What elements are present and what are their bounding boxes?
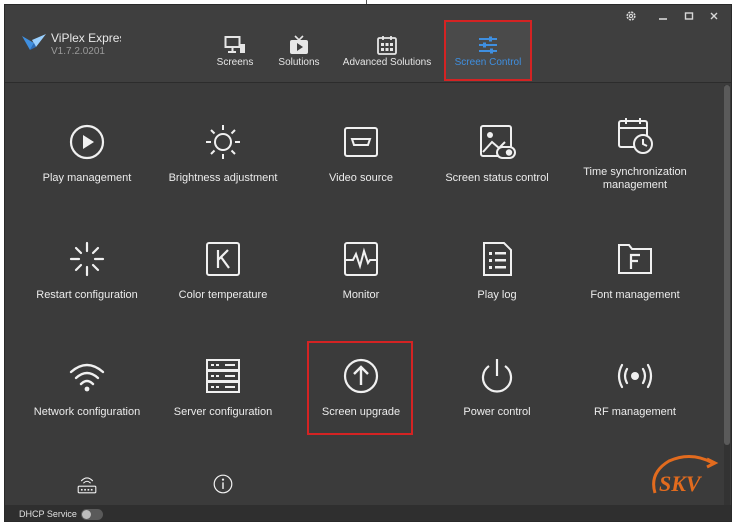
tile-label: Server configuration <box>173 406 273 418</box>
calendar-grid-icon <box>377 36 397 55</box>
pulse-monitor-icon <box>344 242 378 276</box>
settings-button[interactable] <box>623 10 639 25</box>
video-source-icon <box>344 127 378 157</box>
toggle-knob <box>82 510 91 519</box>
tab-advanced-solutions[interactable]: Advanced Solutions <box>343 35 431 71</box>
tile-label: Play log <box>477 289 517 301</box>
dhcp-service-label: DHCP Service <box>19 509 77 519</box>
power-icon <box>481 359 513 393</box>
tile-server-configuration[interactable]: Server configuration <box>155 348 291 448</box>
tile-label: Video source <box>328 172 393 184</box>
tile-router[interactable] <box>19 465 155 505</box>
tile-rf-management[interactable]: RF management <box>567 348 703 448</box>
tile-label: Brightness adjustment <box>168 172 278 184</box>
tile-label: Font management <box>590 289 680 301</box>
tile-label: Time synchronization management <box>583 166 687 191</box>
tile-time-synchronization[interactable]: Time synchronization management <box>567 108 703 208</box>
sliders-icon <box>479 36 497 54</box>
maximize-icon <box>684 12 694 20</box>
play-circle-icon <box>69 124 105 160</box>
tile-label: Network configuration <box>33 406 141 418</box>
info-icon <box>213 474 233 494</box>
minimize-button[interactable] <box>655 10 671 25</box>
tile-monitor[interactable]: Monitor <box>293 231 429 331</box>
restart-spinner-icon <box>69 241 105 277</box>
app-version: V1.7.2.0201 <box>51 46 105 57</box>
tile-color-temperature[interactable]: Color temperature <box>155 231 291 331</box>
tile-label: Color temperature <box>178 289 268 301</box>
minimize-icon <box>659 18 667 20</box>
k-letter-icon <box>206 242 240 276</box>
tile-restart-configuration[interactable]: Restart configuration <box>19 231 155 331</box>
tile-network-configuration[interactable]: Network configuration <box>19 348 155 448</box>
scrollbar-thumb[interactable] <box>724 85 730 445</box>
tile-label: RF management <box>594 406 676 418</box>
close-button[interactable] <box>706 10 722 25</box>
tab-solutions[interactable]: Solutions <box>275 35 323 71</box>
tab-label: Advanced Solutions <box>342 57 432 68</box>
skv-watermark-logo: SKV <box>652 455 719 496</box>
status-bar: DHCP Service <box>5 505 731 521</box>
screen-upgrade-highlight <box>307 341 413 435</box>
tile-info[interactable] <box>155 465 291 505</box>
tile-label: Power control <box>463 406 531 418</box>
app-name: ViPlex Express <box>51 31 121 45</box>
dhcp-service-toggle[interactable] <box>81 509 103 520</box>
top-bar: ViPlex Express V1.7.2.0201 Screens Solut… <box>5 5 731 83</box>
tab-screen-control[interactable]: Screen Control <box>453 35 523 71</box>
function-grid: Play management Brightness adjustment Vi… <box>5 84 723 504</box>
rf-signal-icon <box>617 363 653 389</box>
gear-icon <box>626 11 636 21</box>
tile-label: Monitor <box>342 289 380 301</box>
tile-video-source[interactable]: Video source <box>293 114 429 214</box>
tile-power-control[interactable]: Power control <box>429 348 565 448</box>
sun-icon <box>206 125 240 159</box>
play-tv-icon <box>290 35 308 54</box>
calendar-clock-icon <box>618 118 653 154</box>
tile-label: Restart configuration <box>36 289 138 301</box>
tile-label: Screen status control <box>445 172 549 184</box>
tile-font-management[interactable]: Font management <box>567 231 703 331</box>
log-document-icon <box>483 242 512 276</box>
maximize-button[interactable] <box>681 10 697 25</box>
tab-label: Screen Control <box>454 57 522 68</box>
font-folder-icon <box>618 244 652 274</box>
screen-status-icon <box>480 125 516 159</box>
viplex-logo-icon <box>22 34 46 50</box>
scrollbar[interactable] <box>724 85 730 505</box>
router-icon <box>77 477 97 494</box>
close-icon <box>710 12 718 20</box>
monitor-icon <box>224 36 245 53</box>
watermark-text: SKV <box>659 471 703 496</box>
tab-label: Screens <box>216 57 254 68</box>
server-icon <box>206 359 240 393</box>
tile-play-management[interactable]: Play management <box>19 114 155 214</box>
tile-label: Play management <box>42 172 132 184</box>
tab-label: Solutions <box>278 57 320 68</box>
wifi-icon <box>69 363 105 392</box>
tile-play-log[interactable]: Play log <box>429 231 565 331</box>
tab-screens[interactable]: Screens <box>213 35 257 71</box>
tile-brightness-adjustment[interactable]: Brightness adjustment <box>155 114 291 214</box>
tile-screen-status-control[interactable]: Screen status control <box>429 114 565 214</box>
app-window: ViPlex Express V1.7.2.0201 Screens Solut… <box>4 4 732 522</box>
